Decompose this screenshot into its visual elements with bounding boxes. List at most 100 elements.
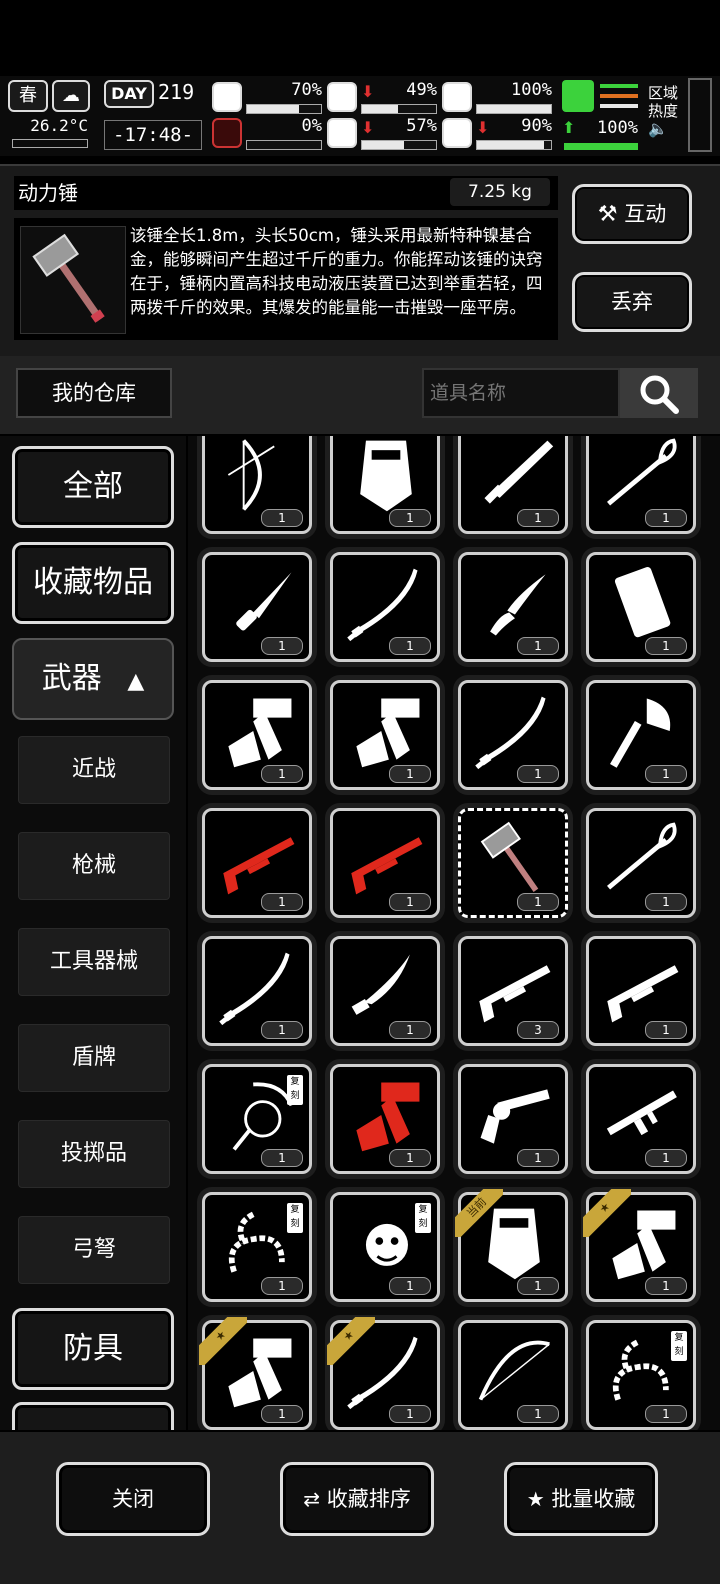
inventory-slot[interactable]: 1 [458, 552, 568, 662]
speaker-icon[interactable]: 🔈 [648, 120, 684, 138]
subcategory-melee[interactable]: 近战 [18, 736, 170, 804]
heat-meter [688, 78, 712, 152]
item-count: 1 [261, 1021, 303, 1039]
stat-infection: 0% [212, 116, 322, 154]
stat-hunger: ⬇ 49% [327, 80, 437, 118]
health-value: 70% [291, 80, 322, 100]
inventory-slot[interactable]: 复刻 1 [202, 1064, 312, 1174]
inventory-slot[interactable]: 1 [586, 936, 696, 1046]
inventory-slot[interactable]: 当前 1 [455, 1189, 568, 1302]
heart-icon [442, 118, 472, 148]
inventory-slot[interactable]: ★ 1 [199, 1317, 312, 1430]
item-count: 1 [389, 1405, 431, 1423]
inventory-slot[interactable]: 1 [202, 808, 312, 918]
mood-arrow: ⬇ [476, 118, 490, 137]
inventory-slot[interactable]: 1 [458, 1064, 568, 1174]
inventory-slot[interactable]: 1 [330, 436, 440, 534]
inventory-slot[interactable]: 1 [202, 552, 312, 662]
item-count: 1 [645, 1149, 687, 1167]
stat-thirst: ⬇ 57% [327, 116, 437, 154]
inventory-slot[interactable]: 1 [586, 1064, 696, 1174]
item-grid: 1 1 1 1 1 1 1 1 1 1 1 1 1 1 1 1 1 1 3 1 复刻 1 1 1 1 复刻 1 复刻 1 当前 1 ★ 1 ★ 1 ★… [188, 436, 720, 1430]
stamina-line [600, 84, 638, 88]
inventory-slot[interactable]: 复刻 1 [202, 1192, 312, 1302]
inventory-slot[interactable]: ★ 1 [327, 1317, 440, 1430]
stamina-bar [564, 143, 638, 150]
inventory-slot[interactable]: 复刻 1 [330, 1192, 440, 1302]
item-count: 1 [261, 1277, 303, 1295]
stomach-icon [327, 82, 357, 112]
ribbon-label: 当前 [455, 1189, 503, 1237]
shotgun-icon [351, 837, 423, 895]
interact-button[interactable]: ⚒ 互动 [572, 184, 692, 244]
category-weapons-label: 武器 [41, 661, 102, 696]
item-count: 1 [517, 1277, 559, 1295]
inventory-slot[interactable]: 1 [586, 808, 696, 918]
subcategory-bows[interactable]: 弓弩 [18, 1216, 170, 1284]
hunger-arrow: ⬇ [361, 82, 375, 101]
category-weapons[interactable]: 武器 ▲ [12, 638, 174, 720]
inventory-slot[interactable]: 1 [458, 1320, 568, 1430]
katana-icon [347, 568, 418, 642]
armor-value: 100% [511, 80, 552, 100]
item-weight: 7.25 kg [450, 178, 550, 206]
zone-label-2: 热度 [648, 102, 679, 120]
inventory-slot[interactable]: 3 [458, 936, 568, 1046]
subcategory-shields[interactable]: 盾牌 [18, 1024, 170, 1092]
favorite-ribbon: ★ [199, 1317, 247, 1365]
inventory-slot[interactable]: 1 [458, 680, 568, 790]
category-armor[interactable]: 防具 [12, 1308, 174, 1390]
stamina-line [600, 94, 638, 98]
category-all[interactable]: 全部 [12, 446, 174, 528]
inventory-slot[interactable]: ★ 1 [583, 1189, 696, 1302]
inventory-slot[interactable]: 1 [586, 680, 696, 790]
item-count: 1 [517, 637, 559, 655]
discard-button[interactable]: 丢弃 [572, 272, 692, 332]
stat-mood: ⬇ 90% [442, 116, 552, 154]
inventory-slot[interactable]: 1 [330, 808, 440, 918]
item-name: 动力锤 [18, 181, 78, 205]
replica-tag: 复刻 [671, 1331, 687, 1361]
water-drop-icon [327, 118, 357, 148]
search-button[interactable] [620, 368, 698, 418]
item-description: 该锤全长1.8m，头长50cm，锤头采用最新特种镍基合金，能够瞬间产生超过千斤的… [130, 226, 543, 317]
ammo-box-icon [614, 567, 671, 638]
item-count: 1 [517, 893, 559, 911]
inventory-slot[interactable]: 1 [458, 436, 568, 534]
temperature-value: 26.2°C [30, 116, 88, 135]
thirst-value: 57% [406, 116, 437, 136]
shotgun-icon [607, 965, 679, 1023]
katana-icon [475, 696, 546, 770]
inventory-slot[interactable]: 1 [202, 936, 312, 1046]
power-hammer-icon [480, 821, 539, 892]
subcategory-throwables[interactable]: 投掷品 [18, 1120, 170, 1188]
inventory-slot[interactable]: 1 [330, 1064, 440, 1174]
inventory-slot[interactable]: 复刻 1 [586, 1320, 696, 1430]
inventory-slot[interactable]: 1 [586, 436, 696, 534]
inventory-slot[interactable]: 1 [458, 808, 568, 918]
category-next[interactable] [12, 1402, 174, 1430]
inventory-slot[interactable]: 1 [330, 936, 440, 1046]
inventory-slot[interactable]: 1 [202, 436, 312, 534]
inventory-slot[interactable]: 1 [586, 552, 696, 662]
search-input[interactable] [422, 368, 620, 418]
close-button[interactable]: 关闭 [56, 1462, 210, 1536]
batch-favorite-button[interactable]: ★ 批量收藏 [504, 1462, 658, 1536]
inventory-slot[interactable]: 1 [202, 680, 312, 790]
item-count: 1 [389, 1277, 431, 1295]
subcategory-tools[interactable]: 工具器械 [18, 928, 170, 996]
zone-heat[interactable]: 区域 热度 🔈 [648, 84, 684, 138]
sort-favorites-button[interactable]: ⇄ 收藏排序 [280, 1462, 434, 1536]
category-sidebar: 全部 收藏物品 武器 ▲ 近战 枪械 工具器械 盾牌 投掷品 弓弩 防具 [0, 436, 186, 1430]
inventory-slot[interactable]: 1 [330, 552, 440, 662]
subcategory-firearms[interactable]: 枪械 [18, 832, 170, 900]
interact-label: 互动 [624, 202, 667, 226]
day-value: 219 [158, 80, 195, 104]
zone-label-1: 区域 [648, 84, 679, 102]
tomahawk-icon [228, 698, 292, 768]
inventory-slot[interactable]: 1 [330, 680, 440, 790]
tomahawk-icon [356, 698, 420, 768]
item-count: 1 [389, 637, 431, 655]
category-favorites[interactable]: 收藏物品 [12, 542, 174, 624]
compound-bow-icon [227, 439, 275, 511]
